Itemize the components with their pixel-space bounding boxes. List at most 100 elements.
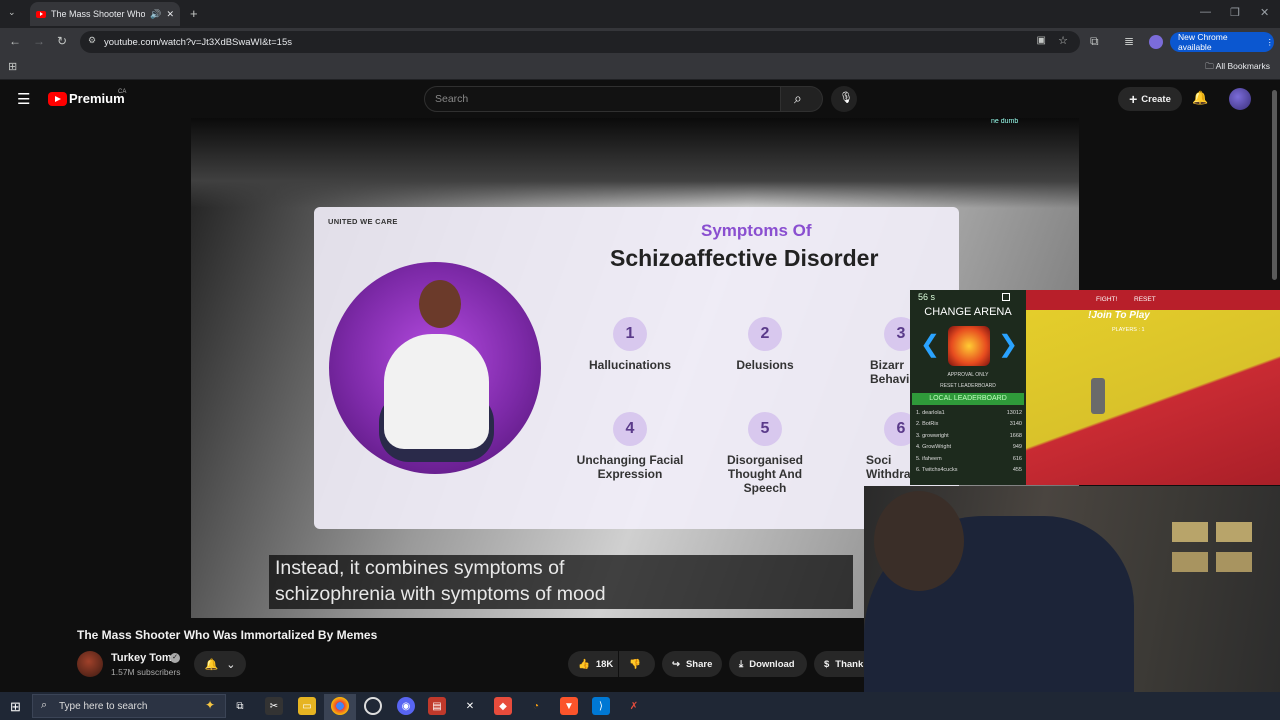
extensions-icon[interactable]: ⧉ bbox=[1090, 34, 1099, 49]
dislike-button[interactable]: 👎 bbox=[619, 651, 655, 677]
slide-title-top: Symptoms Of bbox=[701, 221, 812, 240]
change-arena-title: CHANGE ARENA bbox=[924, 306, 1012, 318]
bookmark-star-icon[interactable]: ☆ bbox=[1058, 34, 1068, 47]
close-window-icon[interactable]: ✕ bbox=[1260, 6, 1269, 19]
minimize-icon[interactable]: — bbox=[1200, 6, 1211, 18]
download-button[interactable]: ⤓ Download bbox=[729, 651, 807, 677]
vscode-icon[interactable]: ⟩ bbox=[592, 697, 610, 715]
browser-tab[interactable]: The Mass Shooter Who Wa 🔊 ✕ bbox=[30, 2, 180, 26]
reset-leaderboard-label: RESET LEADERBOARD bbox=[940, 383, 996, 389]
bookmarks-bar bbox=[0, 56, 1280, 80]
discord-icon[interactable]: ◉ bbox=[397, 697, 415, 715]
install-icon[interactable]: ▣ bbox=[1037, 35, 1046, 46]
maximize-icon[interactable]: ❐ bbox=[1230, 6, 1240, 19]
app-icon-reaper[interactable]: ◆ bbox=[494, 697, 512, 715]
game-overlay: 56 s CHANGE ARENA ❮ ❯ APPROVAL ONLY RESE… bbox=[910, 290, 1280, 485]
caption-line: schizophrenia with symptoms of mood bbox=[275, 583, 606, 605]
plus-icon: + bbox=[1129, 91, 1138, 107]
site-info-icon[interactable]: ⚙ bbox=[88, 35, 96, 46]
back-icon[interactable]: ← bbox=[9, 34, 21, 48]
create-button[interactable]: + Create bbox=[1118, 87, 1182, 111]
channel-name[interactable]: Turkey Tom bbox=[111, 652, 172, 664]
thanks-button[interactable]: $ Thank bbox=[814, 651, 864, 677]
task-view-icon[interactable]: ⧉ bbox=[231, 697, 249, 715]
search-icon: ⌕ bbox=[794, 90, 802, 106]
app-icon-x[interactable]: ✗ bbox=[625, 697, 643, 715]
taskbar-search-input[interactable]: ⌕ Type here to search ✦ bbox=[32, 694, 226, 718]
game-arena-view: FIGHT! RESET !Join To Play PLAYERS : 1 bbox=[1026, 290, 1280, 485]
illustration-circle bbox=[329, 262, 541, 474]
search-input[interactable]: Search bbox=[424, 86, 781, 112]
subscriber-count: 1.57M subscribers bbox=[111, 667, 181, 677]
youtube-logo-text[interactable]: Premium bbox=[69, 91, 125, 106]
garage-window bbox=[1216, 552, 1252, 572]
search-button[interactable]: ⌕ bbox=[781, 86, 823, 112]
notifications-bell-icon[interactable]: 🔔 bbox=[1192, 90, 1208, 106]
arena-prev-icon[interactable]: ❮ bbox=[920, 330, 940, 359]
share-label: Share bbox=[685, 658, 713, 670]
symptom-label: Soci Withdra bbox=[866, 453, 911, 481]
menu-icon[interactable]: ☰ bbox=[17, 90, 30, 108]
all-bookmarks[interactable]: 🗀 All Bookmarks bbox=[1205, 61, 1270, 75]
menu-dots-icon[interactable]: ⋮ bbox=[1266, 37, 1275, 48]
bell-icon: 🔔 bbox=[204, 658, 219, 671]
tab-search-icon[interactable]: ⌄ bbox=[8, 7, 16, 18]
youtube-logo-icon[interactable] bbox=[48, 92, 67, 106]
illustration-body bbox=[384, 334, 489, 449]
app-icon-xl[interactable]: ✕ bbox=[461, 697, 479, 715]
like-count: 18K bbox=[595, 658, 614, 670]
voice-search-button[interactable]: 🎙 bbox=[831, 86, 857, 112]
share-button[interactable]: ↪ Share bbox=[662, 651, 722, 677]
chevron-down-icon: ⌄ bbox=[226, 658, 236, 671]
channel-avatar[interactable] bbox=[77, 651, 103, 677]
new-tab-icon[interactable]: + bbox=[190, 6, 198, 21]
like-button[interactable]: 👍 18K bbox=[568, 651, 618, 677]
leaderboard-row: 2. BotRix 3140 bbox=[916, 421, 1026, 427]
app-icon-red[interactable]: ▤ bbox=[428, 697, 446, 715]
arena-star-icon bbox=[948, 326, 990, 366]
reload-icon[interactable]: ↻ bbox=[57, 34, 67, 48]
brave-icon[interactable]: ▼ bbox=[560, 697, 578, 715]
reading-list-icon[interactable]: ≣ bbox=[1124, 34, 1134, 48]
page-scrollbar[interactable] bbox=[1272, 90, 1277, 280]
caption-line: Instead, it combines symptoms of bbox=[275, 557, 565, 579]
forward-icon[interactable]: → bbox=[33, 34, 45, 48]
mic-icon: 🎙 bbox=[839, 92, 853, 104]
user-avatar[interactable] bbox=[1229, 88, 1251, 110]
arena-next-icon[interactable]: ❯ bbox=[998, 330, 1018, 359]
new-chrome-label: New Chrome available bbox=[1178, 32, 1228, 52]
leaderboard-score: 949 bbox=[1012, 444, 1022, 450]
slide-title-main: Schizoaffective Disorder bbox=[610, 245, 879, 271]
leaderboard-score: 1668 bbox=[1009, 433, 1022, 439]
tab-title: The Mass Shooter Who Wa bbox=[51, 9, 146, 19]
thumbs-up-icon: 👍 bbox=[578, 658, 590, 670]
subscription-bell-button[interactable]: 🔔 ⌄ bbox=[194, 651, 246, 677]
arena-timer: 56 s bbox=[918, 292, 936, 302]
windows-start-icon[interactable]: ⊞ bbox=[10, 699, 21, 715]
file-explorer-icon[interactable]: ▭ bbox=[298, 697, 316, 715]
leaderboard-row: 3. growwright 1668 bbox=[916, 433, 1026, 439]
blender-icon[interactable]: ◔ bbox=[527, 697, 545, 715]
sparkle-icon: ✦ bbox=[204, 698, 215, 712]
symptom-label: Unchanging Facial Expression bbox=[576, 453, 684, 481]
download-icon: ⤓ bbox=[739, 658, 744, 670]
garage-window bbox=[1172, 522, 1208, 542]
new-chrome-button[interactable]: New Chrome available ⋮ bbox=[1170, 32, 1274, 52]
leaderboard-score: 13012 bbox=[1006, 410, 1022, 416]
thanks-label: Thank bbox=[835, 658, 864, 670]
symptom-number: 5 bbox=[748, 412, 782, 446]
dollar-icon: $ bbox=[824, 658, 830, 670]
leaderboard-row: 1. dearlola1 13012 bbox=[916, 410, 1026, 416]
address-bar[interactable]: ⚙ youtube.com/watch?v=Jt3XdBSwaWI&t=15s … bbox=[80, 31, 1080, 53]
obs-icon[interactable] bbox=[364, 697, 382, 715]
profile-icon[interactable] bbox=[1149, 35, 1163, 49]
apps-grid-icon[interactable]: ⊞ bbox=[8, 60, 17, 73]
symptom-label: Hallucinations bbox=[588, 358, 671, 372]
app-icon-capcut[interactable]: ✂ bbox=[265, 697, 283, 715]
chrome-icon[interactable] bbox=[331, 697, 349, 715]
timer-checkbox[interactable] bbox=[1002, 293, 1010, 301]
region-code: CA bbox=[118, 89, 127, 95]
tab-close-icon[interactable]: ✕ bbox=[166, 9, 174, 20]
speaker-icon[interactable]: 🔊 bbox=[150, 9, 161, 20]
robot-player bbox=[1091, 378, 1105, 414]
